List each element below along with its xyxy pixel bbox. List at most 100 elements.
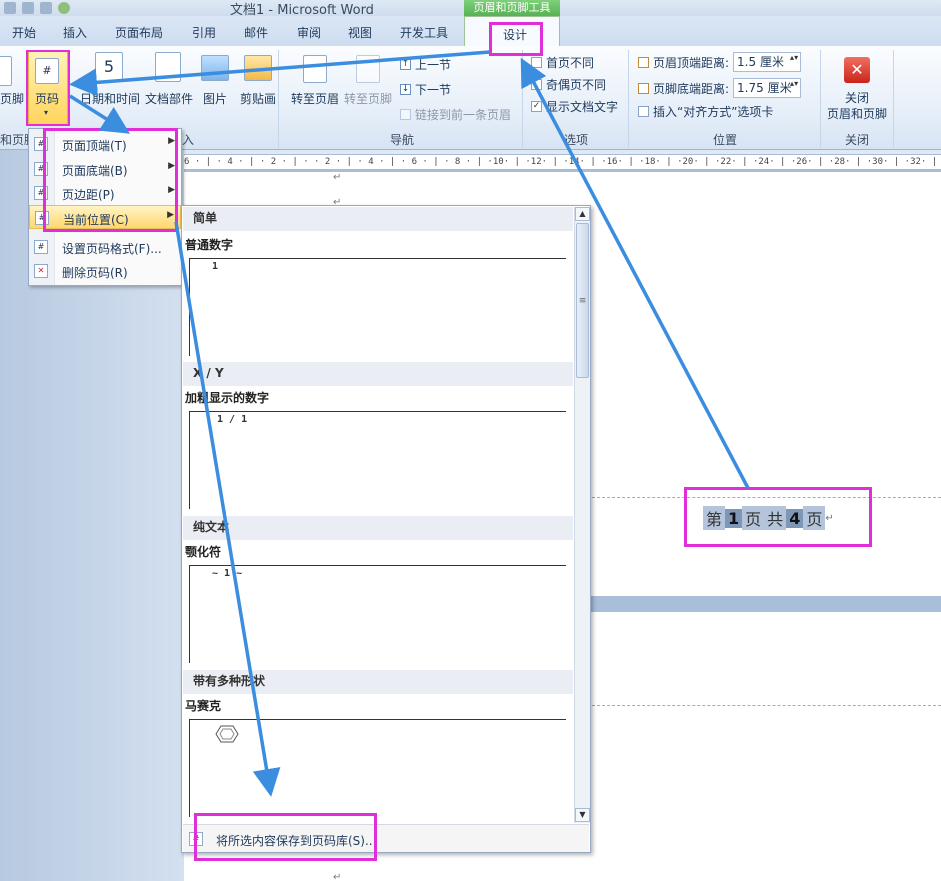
gallery-item-tilde[interactable]: ~ 1 ~ — [189, 565, 566, 663]
tab-view[interactable]: 视图 — [348, 24, 372, 41]
options-group-label: 选项 — [564, 133, 589, 147]
doc-parts-icon — [155, 52, 181, 82]
picture-icon — [201, 55, 229, 81]
goto-footer-button[interactable]: 转至页脚 — [344, 90, 392, 107]
group-divider — [278, 50, 279, 148]
gallery-section-header: 纯文本 — [183, 516, 573, 540]
mosaic-shape-icon — [215, 725, 239, 743]
tab-mailings[interactable]: 邮件 — [244, 24, 268, 41]
gallery-item-title: 马赛克 — [185, 699, 222, 713]
gallery-section-header: 带有多种形状 — [183, 670, 573, 694]
group-divider — [522, 50, 523, 148]
insert-align-tab-button[interactable]: 插入“对齐方式”选项卡 — [638, 103, 773, 120]
header-top-label: 页眉顶端距离: — [653, 55, 730, 70]
close-group-label: 关闭 — [845, 133, 870, 147]
menu-item-remove-page-numbers[interactable]: ✕ 删除页码(R) — [29, 259, 181, 283]
tab-developer[interactable]: 开发工具 — [400, 24, 448, 41]
preview-text: ~ 1 ~ — [212, 568, 243, 579]
group-divider — [628, 50, 629, 148]
footer-distance-icon — [638, 82, 649, 94]
horizontal-ruler[interactable]: 6 · | · 4 · | · 2 · | · · 2 · | · 4 · | … — [184, 154, 941, 170]
clipart-icon — [244, 55, 272, 81]
footer-button[interactable]: 页脚 — [0, 90, 24, 107]
group-divider — [893, 50, 894, 148]
insert-group-label: 入 — [182, 133, 195, 147]
menu-item-format-page-numbers[interactable]: # 设置页码格式(F)... — [29, 235, 181, 259]
close-header-footer-button[interactable]: 页眉和页脚 — [827, 105, 887, 122]
menu-item-label: 删除页码(R) — [62, 266, 128, 280]
tab-insert[interactable]: 插入 — [63, 24, 87, 41]
prev-section-icon: ↑ — [400, 59, 411, 70]
tab-review[interactable]: 审阅 — [297, 24, 321, 41]
annotation-box-page-number — [26, 50, 70, 126]
tab-home[interactable]: 开始 — [12, 24, 36, 41]
diff-odd-even-label: 奇偶页不同 — [546, 78, 607, 92]
next-section-label: 下一节 — [415, 83, 452, 97]
diff-odd-even-checkbox[interactable]: 奇偶页不同 — [531, 76, 606, 93]
format-icon: # — [34, 240, 48, 254]
tab-references[interactable]: 引用 — [192, 24, 216, 41]
position-group-label: 位置 — [713, 133, 738, 147]
annotation-box-menu — [43, 128, 178, 232]
preview-text: 1 / 1 — [217, 414, 248, 425]
refresh-icon[interactable] — [58, 2, 70, 14]
tab-page-layout[interactable]: 页面布局 — [115, 24, 163, 41]
gallery-item-title: 普通数字 — [185, 238, 234, 252]
insert-align-tab-label: 插入“对齐方式”选项卡 — [653, 105, 774, 119]
doc-parts-button[interactable]: 文档部件 — [145, 90, 193, 107]
date-time-button[interactable]: 日期和时间 — [80, 90, 140, 107]
checkbox-icon — [531, 57, 542, 68]
quick-access-toolbar — [0, 0, 70, 16]
group-divider — [820, 50, 821, 148]
close-line1[interactable]: 关闭 — [845, 89, 869, 106]
calendar-icon: 5 — [95, 52, 123, 82]
footer-bottom-input[interactable]: 1.75 厘米 — [733, 78, 802, 98]
header-top-distance: 页眉顶端距离: 1.5 厘米 — [638, 52, 802, 72]
prev-section-button[interactable]: ↑ 上一节 — [400, 56, 451, 73]
preview-icon[interactable] — [22, 2, 34, 14]
next-section-button[interactable]: ↓ 下一节 — [400, 81, 451, 98]
clipart-button[interactable]: 剪贴画 — [240, 90, 276, 107]
annotation-box-footer — [684, 487, 872, 547]
picture-button[interactable]: 图片 — [203, 90, 227, 107]
close-icon: ✕ — [844, 57, 870, 83]
show-doc-text-label: 显示文档文字 — [546, 100, 619, 114]
gallery-section-header: 简单 — [183, 207, 573, 231]
context-tab-group-label: 页眉和页脚工具 — [464, 0, 560, 16]
goto-footer-icon — [356, 55, 380, 83]
navigation-group-label: 导航 — [390, 133, 415, 147]
scroll-thumb[interactable]: ≡ — [576, 223, 589, 378]
preview-text: 1 — [212, 261, 219, 272]
scroll-down-icon[interactable]: ▼ — [575, 808, 590, 822]
header-top-input[interactable]: 1.5 厘米 — [733, 52, 802, 72]
undo-icon[interactable] — [4, 2, 16, 14]
diff-first-label: 首页不同 — [546, 56, 595, 70]
gallery-item-bold-numbers[interactable]: 1 / 1 — [189, 411, 566, 509]
print-icon[interactable] — [40, 2, 52, 14]
checkbox-icon — [531, 79, 542, 90]
prev-section-label: 上一节 — [415, 58, 452, 72]
scroll-up-icon[interactable]: ▲ — [575, 207, 590, 221]
header-boundary — [592, 705, 941, 706]
gallery-item-mosaic[interactable] — [189, 719, 566, 817]
goto-header-icon — [303, 55, 327, 83]
paragraph-mark: ↵ — [333, 872, 342, 881]
align-tab-icon — [638, 106, 649, 117]
gallery-scrollbar[interactable]: ▲ ≡ ▼ — [574, 207, 590, 823]
gallery-section-header: X / Y — [183, 362, 573, 386]
checkbox-checked-icon: ✓ — [531, 101, 542, 112]
goto-header-button[interactable]: 转至页眉 — [291, 90, 339, 107]
annotation-box-design-tab — [489, 22, 543, 56]
footer-bottom-label: 页脚底端距离: — [653, 81, 730, 96]
link-prev-button[interactable]: 链接到前一条页眉 — [400, 106, 511, 123]
paragraph-mark: ↵ — [333, 172, 342, 183]
show-doc-text-checkbox[interactable]: ✓ 显示文档文字 — [531, 98, 618, 115]
gallery-item-plain-number[interactable]: 1 — [189, 258, 566, 356]
diff-first-page-checkbox[interactable]: 首页不同 — [531, 54, 594, 71]
remove-icon: ✕ — [34, 264, 48, 278]
footer-bottom-distance: 页脚底端距离: 1.75 厘米 — [638, 78, 802, 98]
header-distance-icon — [638, 56, 649, 68]
gallery-item-title: 颚化符 — [185, 545, 222, 559]
link-icon — [400, 109, 411, 120]
link-prev-label: 链接到前一条页眉 — [415, 108, 512, 122]
